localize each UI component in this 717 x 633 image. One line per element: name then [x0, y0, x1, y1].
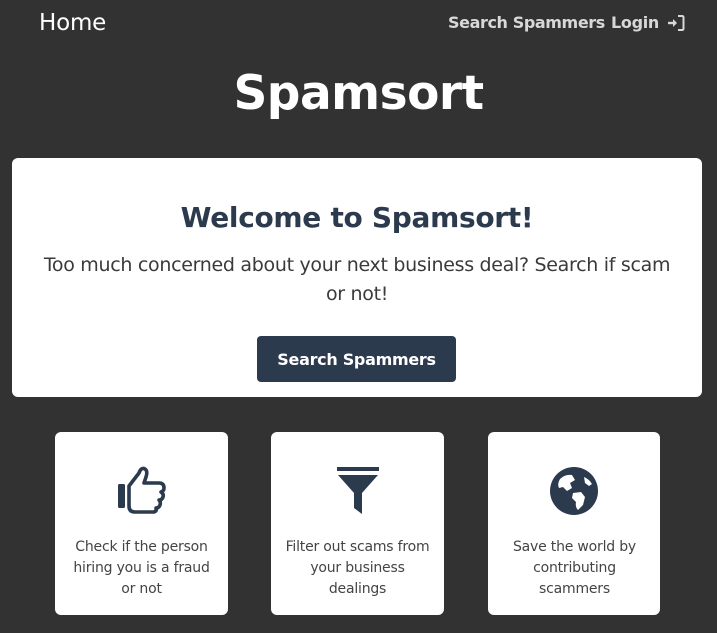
- hero-card: Welcome to Spamsort! Too much concerned …: [12, 158, 702, 397]
- feature-text: Filter out scams from your business deal…: [285, 539, 430, 597]
- nav-search-spammers-link[interactable]: Search Spammers: [448, 13, 605, 32]
- brand-title: Spamsort: [233, 66, 484, 121]
- hero-title: Welcome to Spamsort!: [180, 201, 534, 234]
- feature-text: Save the world by contributing scammers: [512, 539, 636, 597]
- login-label: Login: [611, 13, 660, 32]
- nav-login-link[interactable]: Login: [611, 13, 685, 32]
- thumbs-up-icon: [55, 465, 228, 517]
- sign-in-icon: [667, 14, 685, 32]
- feature-text: Check if the person hiring you is a frau…: [73, 539, 210, 597]
- top-navbar: Home Search Spammers Login: [0, 0, 717, 48]
- filter-icon: [271, 465, 444, 517]
- search-spammers-button[interactable]: Search Spammers: [257, 336, 456, 382]
- feature-card-check-fraud: Check if the person hiring you is a frau…: [55, 432, 228, 615]
- hero-subtitle: Too much concerned about your next busin…: [43, 254, 671, 305]
- feature-card-filter-scams: Filter out scams from your business deal…: [271, 432, 444, 615]
- feature-card-save-world: Save the world by contributing scammers: [488, 432, 660, 615]
- home-link[interactable]: Home: [39, 10, 106, 36]
- globe-icon: [488, 465, 660, 517]
